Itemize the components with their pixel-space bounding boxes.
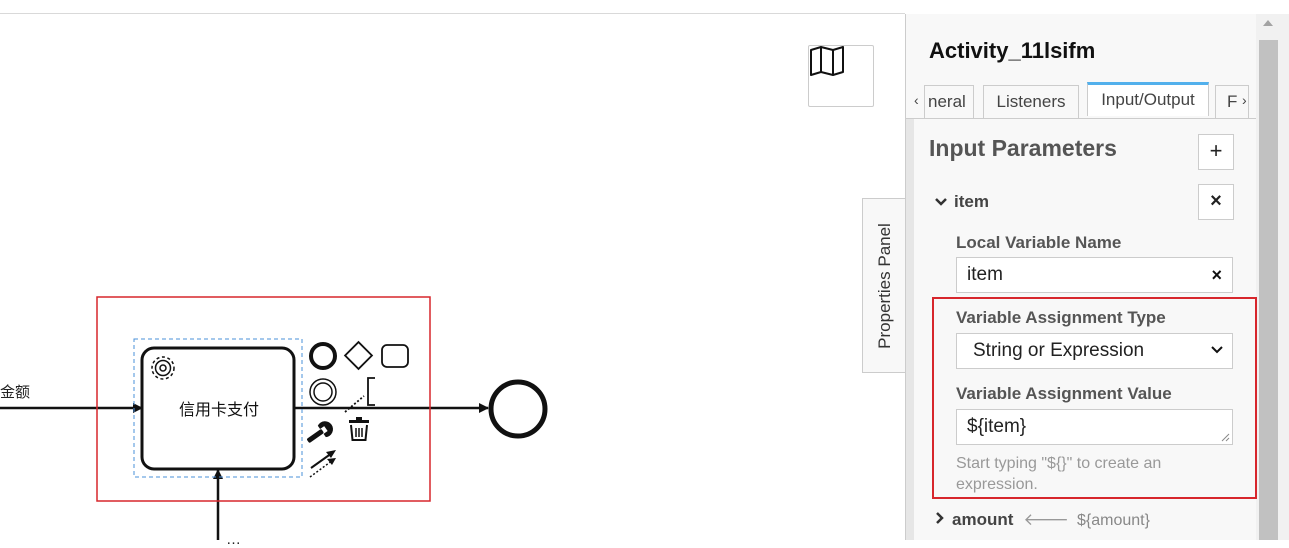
properties-panel-toggle[interactable]: Properties Panel <box>862 198 906 373</box>
assignment-type-value: String or Expression <box>973 340 1145 361</box>
expression-hint: Start typing "${}" to create an expressi… <box>956 455 1162 493</box>
assignment-type-label: Variable Assignment Type <box>956 308 1166 327</box>
delete-icon[interactable] <box>349 417 369 441</box>
map-icon <box>810 46 844 76</box>
input-parameter-amount-header[interactable]: amount 🡐 ${amount} <box>934 510 1150 530</box>
end-event[interactable] <box>488 379 548 439</box>
diagram-svg[interactable] <box>0 0 905 540</box>
chevron-right-icon[interactable] <box>934 511 946 525</box>
arrow-left-icon: 🡐 <box>1023 510 1069 529</box>
assignment-value-label: Variable Assignment Value <box>956 384 1172 403</box>
wrench-icon[interactable] <box>303 418 336 448</box>
local-variable-name-label: Local Variable Name <box>956 233 1122 252</box>
tab-input-output[interactable]: Input/Output <box>1087 82 1209 116</box>
panel-left-gutter <box>906 119 914 540</box>
properties-panel[interactable]: Activity_11lsifm ‹ neral Listeners Input… <box>905 14 1289 540</box>
tab-listeners-label: Listeners <box>996 92 1066 111</box>
assignment-value-textarea[interactable]: ${item} <box>956 409 1233 445</box>
panel-scrollbar-thumb[interactable] <box>1259 40 1278 540</box>
local-variable-name-value: item <box>967 264 1003 285</box>
clear-input-icon[interactable]: × <box>1211 258 1222 292</box>
tab-general[interactable]: neral <box>924 85 974 118</box>
panel-title: Activity_11lsifm <box>929 38 1096 63</box>
input-parameter-item-name: item <box>954 192 989 211</box>
tab-field-injections-label: F <box>1227 92 1238 111</box>
tab-scroll-left-icon[interactable]: ‹ <box>914 92 919 108</box>
amount-parameter-value: ${amount} <box>1076 512 1150 529</box>
local-variable-name-input[interactable]: item × <box>956 257 1233 293</box>
scroll-up-arrow-icon[interactable] <box>1263 20 1273 26</box>
append-task-icon[interactable] <box>381 344 409 368</box>
append-gateway-icon[interactable] <box>343 340 374 371</box>
connect-icon[interactable] <box>309 450 336 478</box>
tab-general-label: neral <box>928 92 966 111</box>
bpmn-canvas[interactable]: 金额 … 信用卡支付 Properties Panel <box>0 0 906 548</box>
task-name[interactable]: 信用卡支付 <box>144 396 294 420</box>
tab-input-output-label: Input/Output <box>1101 90 1195 109</box>
minimap-toggle-button[interactable] <box>808 45 874 107</box>
tab-listeners[interactable]: Listeners <box>983 85 1079 118</box>
context-pad[interactable] <box>303 340 409 478</box>
input-parameters-heading: Input Parameters <box>929 135 1117 161</box>
input-parameter-item-header[interactable]: item <box>934 192 989 212</box>
append-intermediate-event-icon[interactable] <box>309 378 337 406</box>
resize-grip-icon[interactable] <box>1220 432 1230 442</box>
amount-parameter-name: amount <box>952 510 1014 529</box>
panel-tabs: ‹ neral Listeners Input/Output F › <box>906 82 1256 119</box>
add-input-parameter-button[interactable]: + <box>1198 134 1234 170</box>
chevron-down-icon <box>1211 346 1223 354</box>
incoming-flow-label[interactable]: 金额 <box>0 381 30 402</box>
properties-panel-toggle-label: Properties Panel <box>874 222 894 349</box>
chevron-down-icon[interactable] <box>934 197 948 207</box>
assignment-type-select[interactable]: String or Expression <box>956 333 1233 369</box>
remove-input-parameter-button[interactable]: × <box>1198 184 1234 220</box>
tab-scroll-right-icon[interactable]: › <box>1242 92 1247 108</box>
append-end-event-icon[interactable] <box>309 342 337 370</box>
assignment-value-text: ${item} <box>967 416 1027 437</box>
